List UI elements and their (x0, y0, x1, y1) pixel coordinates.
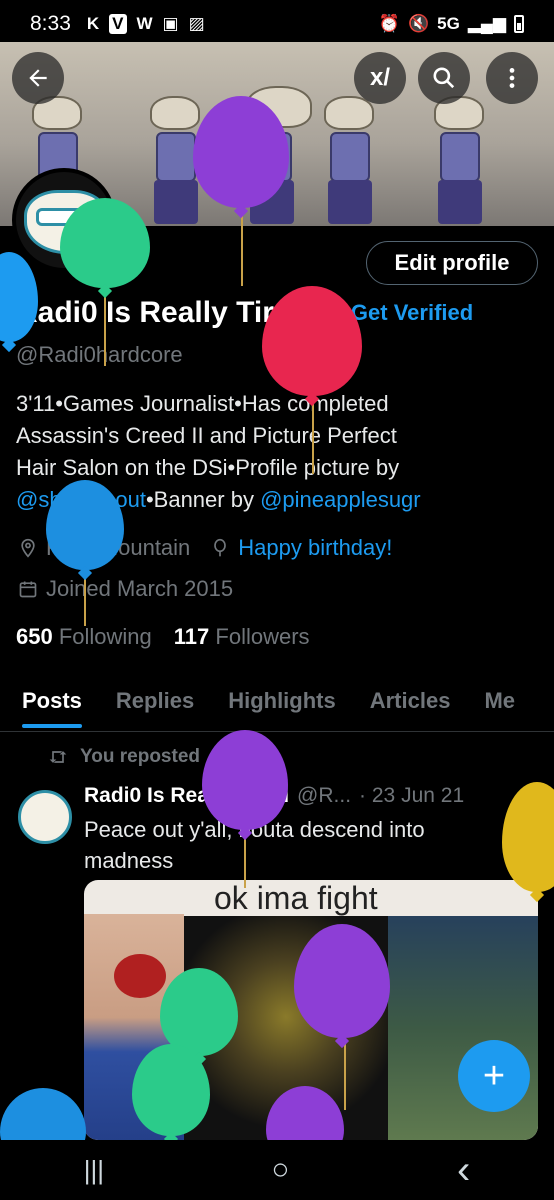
alarm-icon: ⏰ (378, 14, 400, 33)
recents-button[interactable]: ||| (84, 1155, 104, 1186)
grok-button[interactable]: x/ (354, 52, 406, 104)
more-button[interactable] (486, 52, 538, 104)
balloon-decoration (160, 968, 238, 1056)
balloon-decoration (132, 1044, 210, 1136)
system-nav-bar: ||| ○ ‹ (0, 1140, 554, 1200)
profile-handle: @Radi0hardcore (16, 342, 183, 367)
balloon-decoration (193, 96, 289, 208)
get-verified-link[interactable]: Get Verified (351, 300, 473, 326)
follow-counts: 650 Following 117 Followers (16, 624, 310, 650)
notification-app-icon: ▣ (162, 14, 179, 33)
post-author-handle: @R... (297, 784, 352, 807)
image-caption: ok ima fight (214, 880, 378, 916)
tab-highlights[interactable]: Highlights (228, 684, 336, 731)
post-avatar[interactable] (18, 790, 72, 844)
post-text: Peace out y'all, bouta descend into madn… (84, 817, 425, 873)
bio-line: Assassin's Creed II and Picture Perfect (16, 423, 397, 448)
profile-tabs: Posts Replies Highlights Articles Me (0, 684, 554, 732)
joined-row: Joined March 2015 (18, 576, 233, 602)
bio-line: Hair Salon on the DSi•Profile picture by (16, 455, 400, 480)
edit-profile-button[interactable]: Edit profile (366, 241, 538, 285)
notification-w-icon: W (136, 14, 153, 33)
balloon-icon (214, 538, 227, 557)
notification-image-icon: ▨ (188, 14, 205, 33)
compose-post-button[interactable]: + (458, 1040, 530, 1112)
search-button[interactable] (418, 52, 470, 104)
signal-icon: ▂▄▆ (467, 14, 506, 33)
home-button[interactable]: ○ (271, 1153, 289, 1187)
followers-link[interactable]: 117 Followers (174, 624, 310, 650)
tab-media[interactable]: Me (484, 684, 515, 731)
tab-posts[interactable]: Posts (22, 684, 82, 731)
status-bar: 8:33 K V W ▣ ▨ ⏰ 🔇 5G ▂▄▆ (0, 0, 554, 48)
status-time: 8:33 (30, 12, 71, 35)
more-vertical-icon (509, 68, 515, 88)
balloon-decoration (60, 198, 150, 288)
balloon-decoration (46, 480, 124, 570)
balloon-decoration (202, 730, 288, 830)
repost-label: You reposted (80, 746, 200, 767)
network-label: 5G (437, 14, 460, 33)
birthday-link[interactable]: Happy birthday! (238, 535, 392, 561)
post-date: · 23 Jun 21 (359, 784, 465, 807)
mute-icon: 🔇 (407, 14, 430, 33)
bio-line: 3'11•Games Journalist•Has completed (16, 391, 389, 416)
balloon-decoration (502, 782, 554, 892)
location-icon (21, 538, 35, 558)
search-icon (433, 67, 455, 89)
notification-v-icon: V (109, 14, 127, 34)
notification-k-icon: K (86, 14, 100, 33)
following-link[interactable]: 650 Following (16, 624, 152, 650)
tab-articles[interactable]: Articles (370, 684, 451, 731)
bio-link-pineapplesugr[interactable]: @pineapplesugr (260, 487, 421, 512)
battery-icon (514, 15, 524, 33)
joined-text: Joined March 2015 (46, 576, 234, 601)
calendar-icon (19, 581, 37, 598)
balloon-decoration (262, 286, 362, 396)
display-name: Radi0 Is Really Tired ✓ Get Verified (16, 296, 473, 330)
grok-icon: x/ (369, 64, 390, 91)
repost-icon (49, 751, 67, 763)
tab-replies[interactable]: Replies (116, 684, 194, 731)
back-arrow-icon (29, 69, 47, 87)
cthulhu-image (388, 916, 538, 1140)
balloon-decoration (294, 924, 390, 1038)
repost-indicator: You reposted (48, 746, 200, 768)
system-back-button[interactable]: ‹ (457, 1148, 470, 1193)
back-button[interactable] (12, 52, 64, 104)
